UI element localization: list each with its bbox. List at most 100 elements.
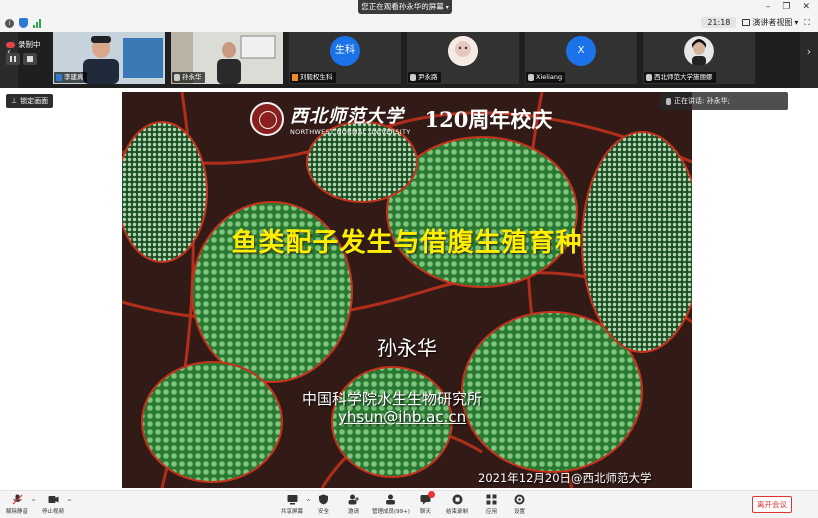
lock-view-button[interactable]: ⊥ 锁定画面: [6, 94, 54, 108]
stop-video-button[interactable]: 停止视频: [42, 494, 64, 515]
pin-icon: ⊥: [11, 97, 18, 105]
invite-button[interactable]: 邀请: [348, 494, 359, 515]
apps-label: 应用: [486, 509, 498, 515]
participant-name: 孙永华: [182, 73, 202, 81]
participant-tile[interactable]: X Xieliang: [525, 32, 637, 84]
participant-name-tag: 尹永路: [408, 72, 441, 83]
participant-name: 李建真: [64, 73, 84, 81]
grid-icon: [742, 19, 751, 26]
slide-background-microscopy: [122, 92, 692, 488]
gear-icon: [514, 494, 525, 505]
leave-meeting-button[interactable]: 离开会议: [752, 496, 792, 513]
minimize-icon[interactable]: –: [766, 2, 771, 12]
slide-author: 孙永华: [377, 336, 437, 360]
speaker-view-label: 演讲者视图: [752, 18, 793, 27]
participant-tile[interactable]: 孙永华: [171, 32, 283, 84]
slide-date-place: 2021年12月20日@西北师范大学: [478, 471, 652, 485]
chat-label: 聊天: [420, 509, 432, 515]
participant-name: 刘毅权生科: [300, 73, 333, 81]
participant-name-tag: Xieliang: [526, 72, 566, 83]
university-name: 西北师范大学 NORTHWEST NORMAL UNIVERSITY: [290, 102, 411, 136]
university-logo-block: 西北师范大学 NORTHWEST NORMAL UNIVERSITY 120周年…: [250, 102, 552, 136]
mic-muted-icon: [12, 494, 22, 505]
participant-name-tag: 刘毅权生科: [290, 72, 336, 83]
manage-members-button[interactable]: 管理成员(99+): [372, 494, 410, 515]
participant-tile[interactable]: 尹永路: [407, 32, 519, 84]
participant-name-tag: 孙永华: [172, 72, 205, 83]
participant-name: 尹永路: [418, 73, 438, 81]
anniversary-title: 120周年校庆: [424, 107, 553, 132]
speaker-view-button[interactable]: 演讲者视图 ▾: [742, 17, 798, 28]
university-seal-icon: [250, 102, 284, 136]
end-recording-label: 结束录制: [446, 509, 469, 515]
video-options-chevron-icon[interactable]: ^: [67, 499, 72, 506]
cloud-record-icon: [6, 41, 15, 48]
apps-button[interactable]: 应用: [486, 494, 497, 515]
share-screen-label: 共享屏幕: [281, 509, 304, 515]
mic-icon: [174, 74, 180, 81]
stop-recording-icon[interactable]: [23, 53, 37, 65]
top-right-controls: 21:18 演讲者视图 ▾ ⛶: [701, 17, 810, 28]
stop-video-label: 停止视频: [42, 509, 65, 515]
share-banner-caret-icon: ▾: [445, 4, 449, 11]
participant-avatar: X: [566, 36, 596, 66]
participant-tile[interactable]: 李建真: [53, 32, 165, 84]
apps-grid-icon: [486, 494, 497, 505]
share-screen-button[interactable]: 共享屏幕: [281, 494, 303, 515]
participant-avatar: [684, 36, 714, 66]
participant-tile[interactable]: 西北师范大学施丽娜: [643, 32, 755, 84]
invite-label: 邀请: [348, 509, 360, 515]
share-banner-text: 您正在观看孙永华的屏幕: [361, 2, 444, 11]
security-label: 安全: [318, 509, 330, 515]
shared-screen-area: ⊥ 锁定画面 西北师范大学 NORTHWEST NORMAL UNIVERSIT…: [0, 88, 818, 490]
slide-email: yhsun@ihb.ac.cn: [338, 408, 467, 426]
security-button[interactable]: 安全: [318, 494, 329, 515]
video-camera-icon: [48, 496, 58, 503]
meeting-timer: 21:18: [701, 17, 737, 28]
fullscreen-icon[interactable]: ⛶: [804, 18, 810, 28]
host-icon: [56, 74, 62, 81]
record-stop-icon: [452, 494, 462, 505]
top-bar: 您正在观看孙永华的屏幕 ▾ – ❐ ✕ i 21:18 演讲者视图 ▾ ⛶: [0, 0, 818, 32]
unmute-label: 解除静音: [6, 509, 29, 515]
share-options-chevron-icon[interactable]: ^: [306, 499, 311, 506]
close-icon[interactable]: ✕: [802, 2, 810, 12]
pause-recording-icon[interactable]: [6, 53, 20, 65]
lock-view-label: 锁定画面: [20, 97, 49, 105]
participant-name-tag: 李建真: [54, 72, 87, 83]
slide-institute: 中国科学院水生生物研究所: [302, 390, 483, 408]
presentation-slide: 西北师范大学 NORTHWEST NORMAL UNIVERSITY 120周年…: [122, 92, 692, 488]
speaking-label: 正在讲话: 孙永华;: [674, 97, 730, 105]
university-name-en: NORTHWEST NORMAL UNIVERSITY: [290, 128, 411, 136]
restore-icon[interactable]: ❐: [782, 2, 790, 12]
slide-title: 鱼类配子发生与借腹生殖育种: [231, 228, 583, 258]
mic-icon: [528, 74, 534, 81]
recording-controls: [6, 53, 37, 65]
participant-tile[interactable]: 生科 刘毅权生科: [289, 32, 401, 84]
add-user-icon: [348, 494, 359, 505]
share-screen-icon: [287, 495, 297, 505]
chat-unread-badge: [428, 491, 436, 498]
university-name-cn: 西北师范大学: [290, 106, 404, 127]
shield-icon: [319, 494, 328, 505]
mic-icon: [410, 74, 416, 81]
end-recording-button[interactable]: 结束录制: [446, 494, 468, 515]
audio-options-chevron-icon[interactable]: ^: [31, 499, 36, 506]
strip-next-button[interactable]: ›: [800, 32, 818, 88]
window-controls: – ❐ ✕: [766, 2, 810, 12]
info-icon[interactable]: i: [5, 18, 14, 28]
recording-panel: 录制中: [2, 33, 48, 85]
meeting-info-icons: i: [5, 18, 41, 28]
signal-icon[interactable]: [33, 18, 41, 28]
members-icon: [386, 494, 396, 505]
chat-button[interactable]: 聊天: [420, 491, 436, 515]
participant-avatar: [448, 36, 478, 66]
mic-icon: [646, 74, 652, 81]
unmute-button[interactable]: 解除静音: [6, 494, 28, 515]
participant-strip: ‹ 录制中 李建真 孙永华 生科 刘毅权生科 尹永路 X Xieliang 西北…: [0, 32, 818, 121]
shield-icon[interactable]: [19, 18, 28, 28]
share-banner[interactable]: 您正在观看孙永华的屏幕 ▾: [358, 0, 452, 14]
settings-button[interactable]: 设置: [514, 494, 525, 515]
recording-badge: 录制中: [6, 39, 41, 50]
cohost-icon: [292, 74, 298, 81]
